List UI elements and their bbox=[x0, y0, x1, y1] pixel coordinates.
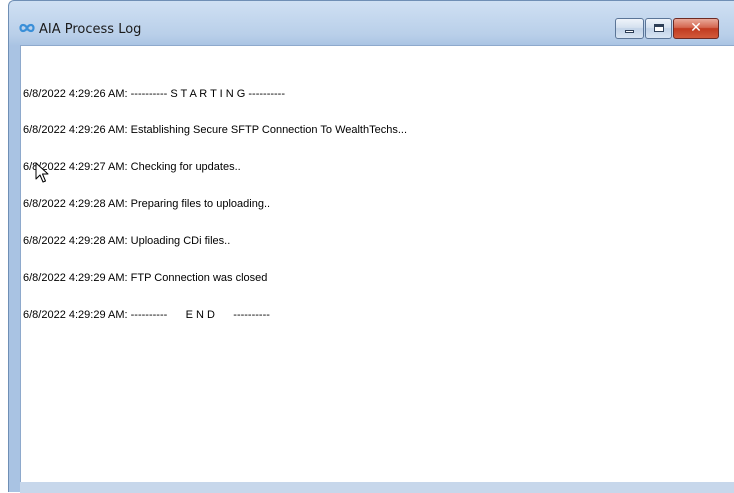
log-line: 6/8/2022 4:29:27 AM: Checking for update… bbox=[23, 161, 241, 174]
log-line: 6/8/2022 4:29:29 AM: FTP Connection was … bbox=[23, 272, 268, 285]
log-panel[interactable]: 6/8/2022 4:29:26 AM: ---------- S T A R … bbox=[20, 45, 734, 482]
minimize-button[interactable] bbox=[615, 18, 644, 39]
log-line: 6/8/2022 4:29:29 AM: ---------- E N D --… bbox=[23, 308, 270, 321]
log-line: 6/8/2022 4:29:26 AM: Establishing Secure… bbox=[23, 124, 408, 137]
window-title: AIA Process Log bbox=[39, 22, 142, 37]
minimize-icon bbox=[625, 30, 634, 33]
log-line: 6/8/2022 4:29:28 AM: Preparing files to … bbox=[23, 198, 271, 211]
log-list: 6/8/2022 4:29:26 AM: ---------- S T A R … bbox=[23, 63, 734, 482]
app-window: AIA Process Log ✕ 6/8/2022 4:29:26 AM: -… bbox=[8, 0, 734, 493]
close-icon: ✕ bbox=[690, 20, 702, 36]
maximize-icon bbox=[654, 24, 664, 32]
log-line: 6/8/2022 4:29:28 AM: Uploading CDi files… bbox=[23, 235, 231, 248]
infinity-icon bbox=[19, 23, 35, 33]
maximize-button[interactable] bbox=[645, 18, 672, 39]
mouse-cursor-icon bbox=[35, 162, 49, 183]
log-line: 6/8/2022 4:29:26 AM: ---------- S T A R … bbox=[23, 87, 286, 100]
window-bottom-border bbox=[20, 482, 734, 493]
title-bar[interactable]: AIA Process Log ✕ bbox=[9, 1, 734, 45]
close-button[interactable]: ✕ bbox=[673, 18, 719, 39]
